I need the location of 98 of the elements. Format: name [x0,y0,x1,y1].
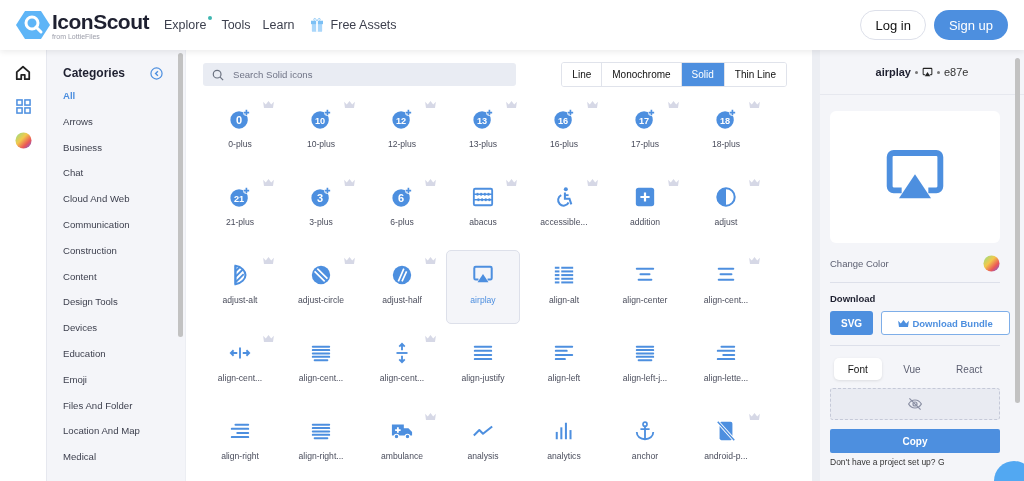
icon-name[interactable]: analysis [467,451,499,461]
icon-name[interactable]: 13-plus [468,139,498,149]
category-item[interactable]: Content [63,269,185,296]
icon-name[interactable]: abacus [469,217,497,227]
categories-heading: Categories [63,66,126,80]
plus-square-icon [634,186,656,208]
category-item[interactable]: Files And Folder [63,398,185,425]
phone-off-icon [715,420,737,442]
login-button[interactable]: Log in [860,10,926,40]
category-item[interactable]: Design Tools [63,295,185,322]
setup-hint-text: Don't have a project set up? G [830,457,946,467]
number-plus-icon: 0 [229,108,251,130]
icon-name[interactable]: adjust-alt [222,295,258,305]
category-item[interactable]: Business [63,140,185,167]
new-indicator-dot [208,16,213,20]
icon-name[interactable]: 10-plus [306,139,336,149]
icon-name[interactable]: adjust-half [382,295,422,305]
code-tab[interactable]: React [942,358,997,380]
icon-name[interactable]: 12-plus [387,139,417,149]
nav-link[interactable]: Learn [262,18,295,32]
category-item[interactable]: Medical [63,450,185,476]
icon-title: airplay [875,66,911,78]
download-heading: Download [830,293,877,304]
half-circle-icon [715,186,737,208]
icon-name[interactable]: align-cent... [703,295,749,305]
icon-name[interactable]: 16-plus [549,139,579,149]
striped-circle-icon [310,264,332,286]
collapse-icon [150,66,163,80]
category-item[interactable]: Cloud And Web [63,192,185,218]
icon-name[interactable]: 17-plus [630,139,660,149]
icon-name[interactable]: anchor [631,451,659,461]
code-tab[interactable]: Vue [889,358,935,380]
number-plus-icon: 3 [310,186,332,208]
icon-name[interactable]: align-center [622,295,668,305]
icon-code: e87e [944,66,969,78]
icon-name[interactable]: align-alt [548,295,580,305]
icon-name[interactable]: 6-plus [390,217,414,227]
number-plus-icon: 6 [391,186,413,208]
number-plus-icon: 18 [715,108,737,130]
slashed-circle-icon [391,264,413,286]
icon-name[interactable]: align-lette... [703,373,749,383]
icon-name[interactable]: align-cent... [217,373,263,383]
abacus-icon [472,186,494,208]
hidden-eye-icon [907,396,923,412]
color-wheel-icon[interactable] [14,132,32,149]
style-tab[interactable]: Thin Line [723,63,786,86]
icon-name[interactable]: addition [629,217,661,227]
number-plus-icon: 10 [310,108,332,130]
category-item[interactable]: Chat [63,166,185,193]
category-item[interactable]: Construction [63,243,185,270]
icon-name[interactable]: accessible... [540,217,588,227]
icon-name[interactable]: align-justify [461,373,505,383]
icon-name[interactable]: ambulance [380,451,423,461]
anchor-icon [634,420,656,442]
icon-name[interactable]: align-left [547,373,581,383]
icon-name[interactable]: android-p... [704,451,748,461]
nav-link[interactable]: Free Assets [330,18,397,32]
grid-icon[interactable] [15,99,31,114]
icon-name[interactable]: align-left-j... [622,373,668,383]
icon-name[interactable]: align-right [221,451,259,461]
separator-dot [937,70,940,74]
separator-dot [915,70,918,74]
icon-name[interactable]: analytics [547,451,581,461]
number-plus-icon: 16 [553,108,575,130]
icon-name[interactable]: 18-plus [711,139,741,149]
icon-name[interactable]: adjust-circle [298,295,344,305]
icon-name[interactable]: adjust [714,217,738,227]
category-item[interactable]: Communication [63,218,185,244]
search-icon [212,68,224,81]
magnifier-logo-icon [16,10,50,40]
number-plus-icon: 21 [229,186,251,208]
category-item[interactable]: Location And Map [63,424,185,451]
icon-name[interactable]: 21-plus [225,217,255,227]
category-item[interactable]: Education [63,346,185,373]
change-color-label: Change Color [830,258,889,269]
icon-name[interactable]: 3-plus [309,217,333,227]
number-plus-icon: 13 [472,108,494,130]
category-item[interactable]: Arrows [63,114,185,141]
bar-chart-icon [553,420,575,442]
icon-name[interactable]: align-right... [298,451,344,461]
home-icon[interactable] [15,65,31,81]
number-plus-icon: 17 [634,108,656,130]
number-plus-icon: 12 [391,108,413,130]
scrollbar[interactable] [1015,58,1020,403]
nav-link[interactable]: Explore [164,18,210,32]
text-align-icon [553,264,575,286]
color-wheel-icon[interactable] [983,255,1000,272]
brand-name: IconScout [52,10,149,32]
category-item[interactable]: Emoji [63,372,185,399]
category-item[interactable]: Devices [63,321,185,347]
crown-icon [898,318,910,328]
code-tab[interactable]: Font [833,358,882,380]
icon-name[interactable]: align-cent... [298,373,344,383]
icon-name[interactable]: align-cent... [379,373,425,383]
nav-link[interactable]: Tools [221,18,251,32]
screen-triangle-icon [922,66,933,78]
scrollbar[interactable] [178,53,183,337]
icon-name[interactable]: 0-plus [228,139,252,149]
